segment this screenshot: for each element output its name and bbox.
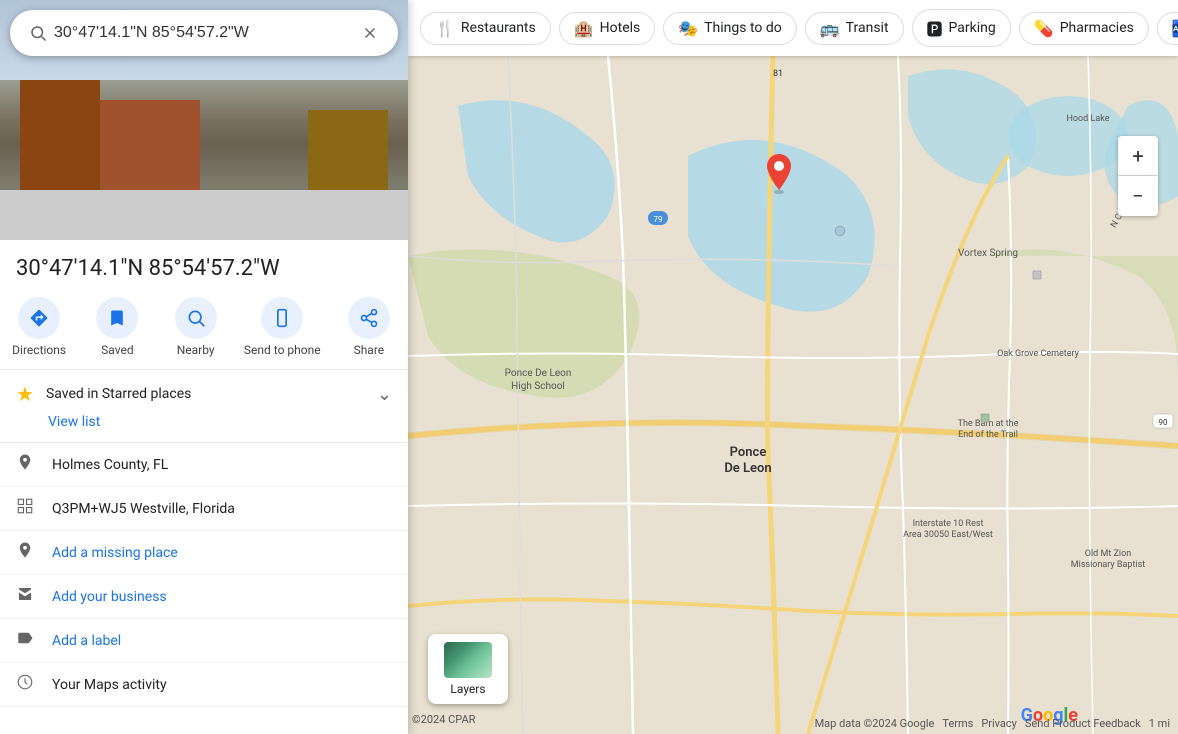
atms-icon: 🏧 bbox=[1172, 19, 1178, 38]
add-missing-icon bbox=[16, 541, 36, 564]
filter-transit[interactable]: 🚌 Transit bbox=[805, 12, 904, 45]
action-buttons: Directions Saved Nearby bbox=[0, 289, 408, 370]
parking-icon: 🅿 bbox=[927, 16, 943, 40]
starred-text: Saved in Starred places bbox=[46, 386, 191, 402]
nearby-button[interactable]: Nearby bbox=[166, 297, 226, 357]
place-title-section: 30°47'14.1"N 85°54'57.2"W bbox=[0, 240, 408, 289]
filter-pharmacies-label: Pharmacies bbox=[1060, 20, 1134, 36]
map-location-pin bbox=[763, 154, 795, 198]
svg-text:90: 90 bbox=[1159, 418, 1168, 427]
plus-code-row: Q3PM+WJ5 Westville, Florida bbox=[0, 487, 408, 531]
map-area[interactable]: 🍴 Restaurants 🏨 Hotels 🎭 Things to do 🚌 … bbox=[408, 0, 1178, 734]
svg-text:Area 30050 East/West: Area 30050 East/West bbox=[903, 530, 993, 540]
layers-thumbnail bbox=[444, 642, 492, 678]
svg-text:Vortex Spring: Vortex Spring bbox=[958, 248, 1018, 259]
plus-code-icon bbox=[16, 497, 36, 520]
svg-text:Ponce: Ponce bbox=[730, 445, 767, 460]
filter-things-to-do[interactable]: 🎭 Things to do bbox=[663, 12, 796, 45]
zoom-in-button[interactable]: + bbox=[1118, 136, 1158, 176]
location-row: Holmes County, FL bbox=[0, 443, 408, 487]
svg-text:79: 79 bbox=[654, 215, 663, 224]
svg-text:Hood Lake: Hood Lake bbox=[1067, 114, 1110, 124]
privacy-link[interactable]: Privacy bbox=[981, 717, 1017, 730]
svg-text:Ponce De Leon: Ponce De Leon bbox=[505, 368, 572, 379]
svg-text:De Leon: De Leon bbox=[724, 461, 771, 476]
filter-transit-label: Transit bbox=[846, 20, 889, 36]
saved-label: Saved bbox=[101, 343, 133, 357]
add-business-row[interactable]: Add your business bbox=[0, 575, 408, 619]
place-title: 30°47'14.1"N 85°54'57.2"W bbox=[16, 256, 392, 281]
starred-section: ★ Saved in Starred places ⌄ View list bbox=[0, 370, 408, 443]
svg-text:Missionary Baptist: Missionary Baptist bbox=[1071, 560, 1145, 570]
star-icon: ★ bbox=[16, 382, 34, 406]
zoom-controls: + − bbox=[1118, 136, 1158, 216]
share-label: Share bbox=[354, 343, 385, 357]
map-canvas[interactable]: 90 81 Ponce De Leon Ponce De Leon High S… bbox=[408, 56, 1178, 734]
directions-icon bbox=[18, 297, 60, 339]
svg-text:Oak Grove Cemetery: Oak Grove Cemetery bbox=[997, 349, 1079, 359]
maps-activity-icon bbox=[16, 673, 36, 696]
svg-text:Old Mt Zion: Old Mt Zion bbox=[1085, 549, 1131, 559]
filter-things-to-do-label: Things to do bbox=[704, 20, 782, 36]
hotels-icon: 🏨 bbox=[574, 19, 594, 38]
add-missing-text: Add a missing place bbox=[52, 545, 178, 561]
nearby-label: Nearby bbox=[177, 343, 215, 357]
directions-label: Directions bbox=[12, 343, 66, 357]
view-list-link[interactable]: View list bbox=[16, 406, 392, 430]
svg-text:High School: High School bbox=[511, 381, 565, 392]
map-footer: Map data ©2024 Google Terms Privacy Send… bbox=[408, 717, 1178, 730]
layers-label: Layers bbox=[450, 682, 485, 696]
expand-icon[interactable]: ⌄ bbox=[377, 384, 392, 405]
filter-hotels[interactable]: 🏨 Hotels bbox=[559, 12, 656, 45]
filter-parking-label: Parking bbox=[949, 20, 996, 36]
filter-parking[interactable]: 🅿 Parking bbox=[912, 9, 1011, 47]
search-bar bbox=[10, 10, 398, 56]
maps-activity-text: Your Maps activity bbox=[52, 677, 167, 693]
map-attribution: Map data ©2024 Google bbox=[815, 717, 935, 730]
filter-restaurants-label: Restaurants bbox=[461, 20, 536, 36]
add-label-row[interactable]: Add a label bbox=[0, 619, 408, 663]
add-label-text: Add a label bbox=[52, 633, 121, 649]
terms-link[interactable]: Terms bbox=[942, 717, 973, 730]
directions-button[interactable]: Directions bbox=[9, 297, 69, 357]
plus-code-text: Q3PM+WJ5 Westville, Florida bbox=[52, 501, 235, 517]
search-input[interactable] bbox=[54, 24, 354, 42]
svg-text:81: 81 bbox=[773, 69, 783, 79]
zoom-out-button[interactable]: − bbox=[1118, 176, 1158, 216]
filter-restaurants[interactable]: 🍴 Restaurants bbox=[420, 12, 551, 45]
share-icon bbox=[348, 297, 390, 339]
share-button[interactable]: Share bbox=[339, 297, 399, 357]
filter-pharmacies[interactable]: 💊 Pharmacies bbox=[1019, 12, 1149, 45]
add-label-icon bbox=[16, 629, 36, 652]
nearby-icon bbox=[175, 297, 217, 339]
send-to-phone-icon bbox=[261, 297, 303, 339]
maps-activity-row[interactable]: Your Maps activity bbox=[0, 663, 408, 707]
location-text: Holmes County, FL bbox=[52, 457, 168, 473]
close-icon[interactable] bbox=[354, 17, 386, 49]
restaurants-icon: 🍴 bbox=[435, 19, 455, 38]
starred-left: ★ Saved in Starred places bbox=[16, 382, 191, 406]
search-icon[interactable] bbox=[22, 17, 54, 49]
pharmacies-icon: 💊 bbox=[1034, 19, 1054, 38]
add-missing-row[interactable]: Add a missing place bbox=[0, 531, 408, 575]
left-panel: 30°47'14.1"N 85°54'57.2"W Directions Sav… bbox=[0, 0, 408, 734]
add-business-icon bbox=[16, 585, 36, 608]
things-to-do-icon: 🎭 bbox=[678, 19, 698, 38]
svg-text:Interstate 10 Rest: Interstate 10 Rest bbox=[913, 519, 984, 529]
send-to-phone-button[interactable]: Send to phone bbox=[244, 297, 321, 357]
send-feedback-link[interactable]: Send Product Feedback bbox=[1025, 717, 1141, 730]
add-business-text: Add your business bbox=[52, 589, 167, 605]
layers-button[interactable]: Layers bbox=[428, 634, 508, 704]
scale-label: 1 mi bbox=[1149, 717, 1170, 730]
svg-text:End of the Trail: End of the Trail bbox=[958, 430, 1018, 440]
saved-button[interactable]: Saved bbox=[87, 297, 147, 357]
transit-icon: 🚌 bbox=[820, 19, 840, 38]
send-to-phone-label: Send to phone bbox=[244, 343, 321, 357]
filter-hotels-label: Hotels bbox=[600, 20, 641, 36]
starred-row: ★ Saved in Starred places ⌄ bbox=[16, 382, 392, 406]
saved-icon bbox=[96, 297, 138, 339]
filter-bar: 🍴 Restaurants 🏨 Hotels 🎭 Things to do 🚌 … bbox=[408, 0, 1178, 56]
location-pin-icon bbox=[16, 453, 36, 476]
filter-atms[interactable]: 🏧 ATMs bbox=[1157, 12, 1178, 45]
